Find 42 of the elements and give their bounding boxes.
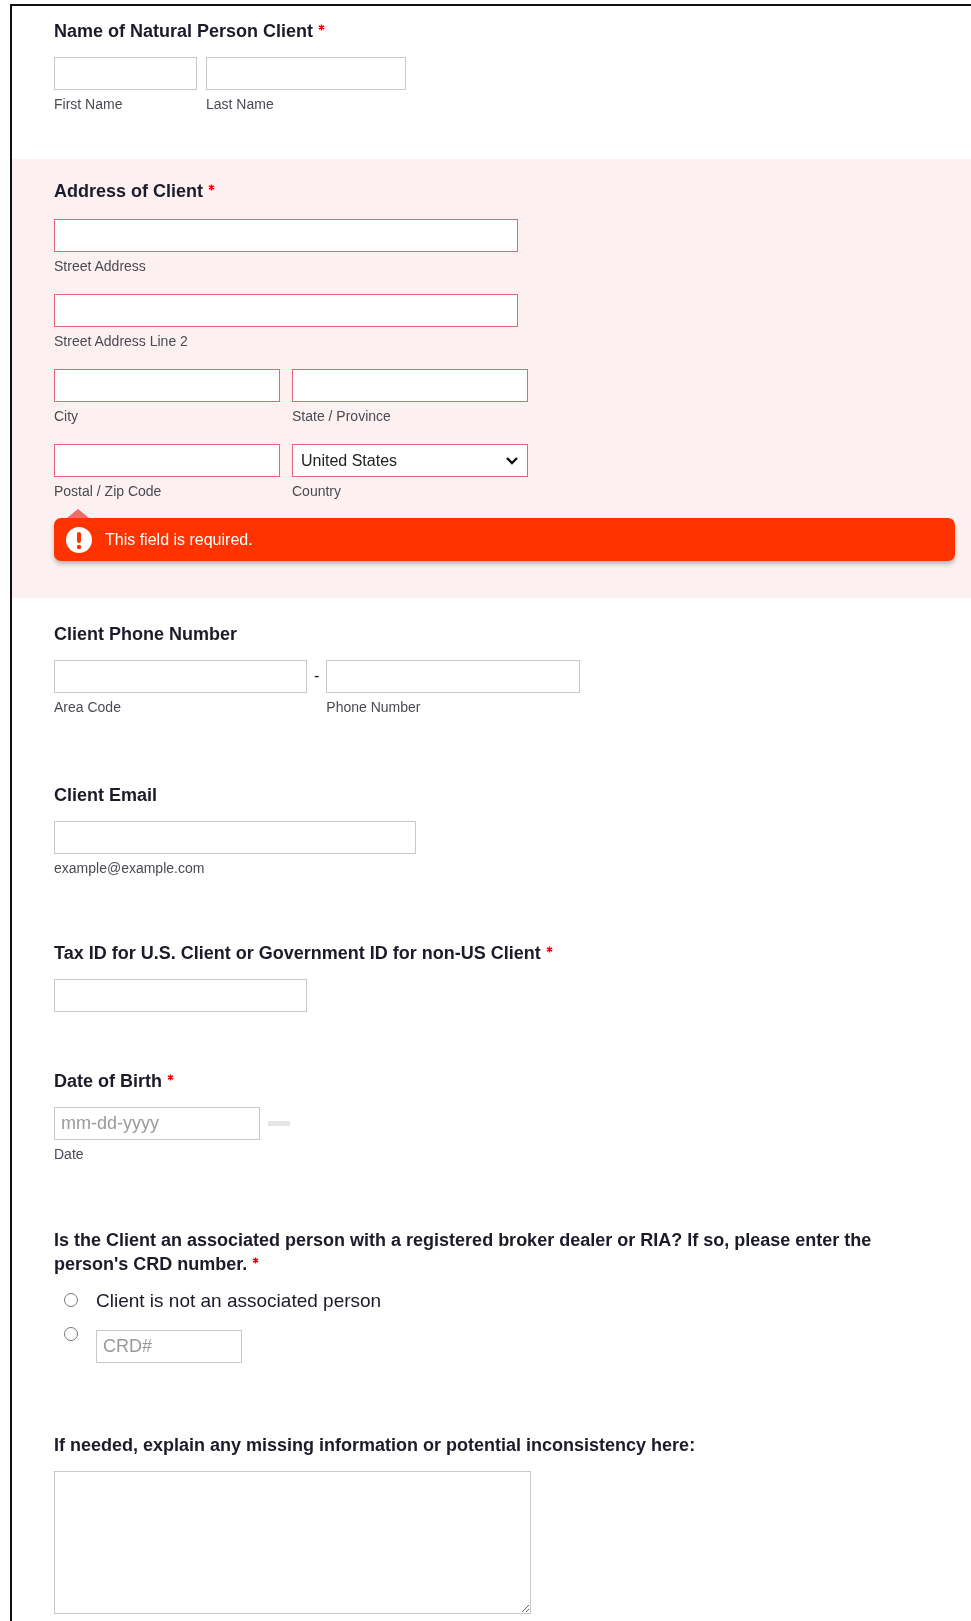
text-input-field[interactable] xyxy=(326,660,581,693)
field-sublabel: City xyxy=(54,408,80,424)
chevron-down-icon xyxy=(505,455,519,466)
separator-dash: - xyxy=(314,666,320,686)
field-sublabel: Street Address Line 2 xyxy=(54,333,189,349)
text-input-field[interactable] xyxy=(54,660,307,693)
question-label: Tax ID for U.S. Client or Government ID for non-US Client xyxy=(54,943,542,963)
country-dropdown[interactable]: United States xyxy=(292,444,528,477)
field-sublabel: Postal / Zip Code xyxy=(54,483,163,499)
text-input-field[interactable] xyxy=(54,57,197,90)
question-label: Date of Birth xyxy=(54,1071,163,1091)
field-sublabel: example@example.com xyxy=(54,860,206,876)
text-input-field[interactable] xyxy=(54,444,280,477)
error-pointer-icon xyxy=(67,509,89,518)
question-label: Name of Natural Person Client xyxy=(54,21,315,41)
text-input-field[interactable] xyxy=(54,219,518,252)
text-input-field[interactable] xyxy=(206,57,406,90)
crd-input-field[interactable]: CRD# xyxy=(96,1330,242,1363)
exclamation-icon xyxy=(65,525,93,554)
field-sublabel: First Name xyxy=(54,96,124,112)
date-picker-stub[interactable] xyxy=(268,1121,290,1126)
question-label: Client Email xyxy=(54,785,158,805)
option-label: Client is not an associated person xyxy=(96,1289,382,1313)
date-input-field[interactable]: mm-dd-yyyy xyxy=(54,1107,260,1140)
text-input-field[interactable] xyxy=(292,369,528,402)
text-input-field[interactable] xyxy=(54,294,518,327)
field-sublabel: Date xyxy=(54,1146,85,1162)
question-label: Client Phone Number xyxy=(54,624,237,644)
field-sublabel: Street Address xyxy=(54,258,147,274)
question-label: Is the Client an associated person with a registered broker dealer or RIA? If so, please enter the person's CRD number. xyxy=(54,1230,872,1274)
field-sublabel: State / Province xyxy=(292,408,392,424)
error-message: This field is required. xyxy=(54,518,955,561)
question-label: If needed, explain any missing information or potential inconsistency here: xyxy=(54,1435,696,1455)
text-input-field[interactable] xyxy=(54,979,307,1012)
question-label: Address of Client xyxy=(54,181,205,201)
text-input-field[interactable] xyxy=(54,369,280,402)
text-input-field[interactable] xyxy=(54,821,416,854)
field-sublabel: Phone Number xyxy=(326,699,422,715)
field-sublabel: Country xyxy=(292,483,343,499)
explanation-textarea[interactable] xyxy=(54,1471,531,1614)
field-sublabel: Area Code xyxy=(54,699,122,715)
field-sublabel: Last Name xyxy=(206,96,275,112)
